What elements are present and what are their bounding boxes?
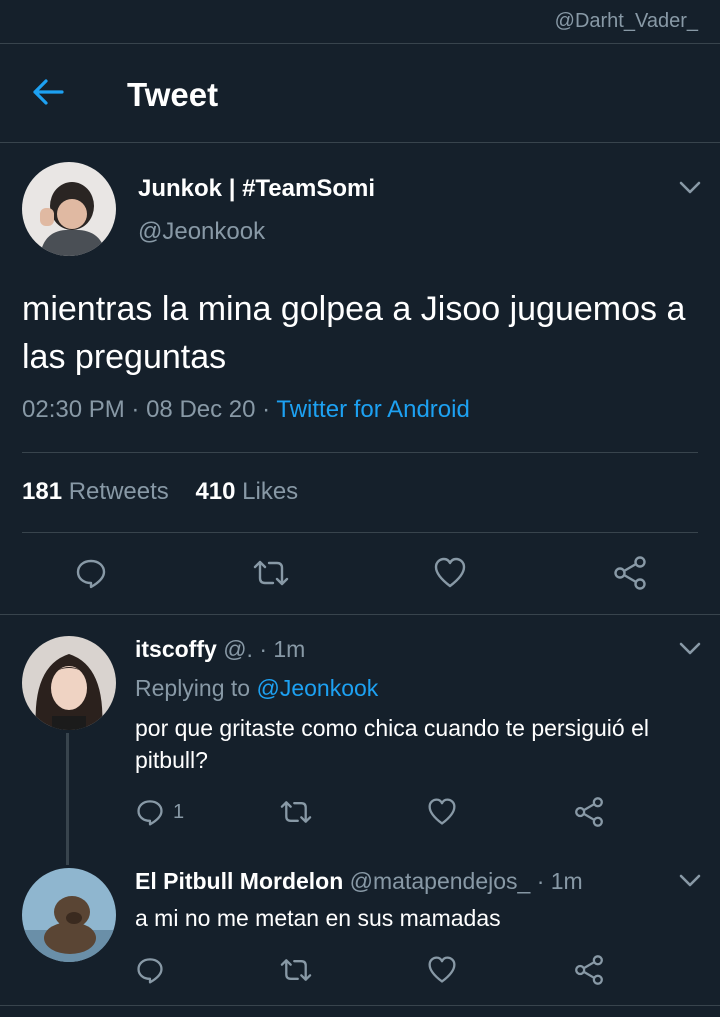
retweet-icon	[280, 959, 312, 981]
tweet-date: 08 Dec 20	[146, 396, 256, 423]
reply-author-handle[interactable]: @.	[223, 636, 253, 662]
retweet-icon	[253, 560, 289, 586]
reply-menu-button[interactable]	[678, 641, 702, 657]
back-arrow-icon	[33, 79, 64, 105]
reply-time: · 1m	[536, 868, 583, 894]
back-button[interactable]	[30, 77, 66, 107]
like-button[interactable]	[427, 797, 457, 827]
share-button[interactable]	[612, 556, 648, 590]
tweet-menu-button[interactable]	[678, 180, 702, 196]
reply-icon	[76, 559, 106, 589]
like-button[interactable]	[433, 556, 467, 590]
reply-author-handle[interactable]: @matapendejos_	[350, 868, 531, 894]
share-button[interactable]	[573, 955, 605, 985]
retweets-label: Retweets	[68, 478, 169, 505]
divider	[22, 452, 698, 453]
reply-header: El Pitbull Mordelon @matapendejos_ · 1m	[135, 868, 583, 895]
reply-text: a mi no me metan en sus mamadas	[135, 905, 501, 931]
retweet-button[interactable]	[278, 797, 314, 827]
reply-icon	[137, 958, 163, 984]
retweets-count: 181	[22, 478, 63, 505]
like-icon	[434, 557, 466, 588]
likes-count: 410	[195, 478, 236, 505]
tweet-meta: 02:30 PM · 08 Dec 20 · Twitter for Andro…	[22, 396, 470, 424]
likes-stat[interactable]: 410 Likes	[195, 478, 298, 505]
reply-icon	[137, 800, 163, 826]
retweet-button[interactable]	[278, 955, 314, 985]
avatar[interactable]	[22, 636, 116, 730]
divider	[0, 1005, 720, 1006]
reply-time: · 1m	[259, 636, 306, 662]
tweet-time: 02:30 PM	[22, 396, 125, 423]
tweet-stats: 181 Retweets 410 Likes	[22, 478, 298, 506]
tweet-source-link[interactable]: Twitter for Android	[276, 396, 469, 423]
like-button[interactable]	[427, 955, 457, 985]
reply-count: 1	[173, 800, 185, 823]
reply-button[interactable]: 1	[135, 797, 184, 827]
thread-line	[66, 733, 69, 865]
page-title: Tweet	[127, 76, 219, 113]
replying-to-label: Replying to	[135, 675, 251, 701]
like-icon	[428, 798, 456, 825]
avatar[interactable]	[22, 868, 116, 962]
reply-author-name[interactable]: El Pitbull Mordelon	[135, 868, 343, 894]
divider	[0, 614, 720, 615]
chevron-down-icon	[679, 874, 701, 887]
share-icon	[614, 556, 646, 590]
retweet-button[interactable]	[251, 556, 291, 590]
chevron-down-icon	[679, 642, 701, 655]
likes-label: Likes	[242, 478, 299, 505]
watermark: @Darht_Vader_	[554, 10, 698, 32]
reply-text: por que gritaste como chica cuando te pe…	[135, 715, 649, 773]
share-button[interactable]	[573, 797, 605, 827]
separator: ·	[131, 396, 140, 423]
reply-header: itscoffy @. · 1m	[135, 636, 305, 663]
reply-button[interactable]	[74, 556, 108, 590]
avatar[interactable]	[22, 162, 116, 256]
like-icon	[428, 956, 456, 983]
divider	[22, 532, 698, 533]
reply-button[interactable]	[135, 955, 165, 985]
share-icon	[575, 797, 603, 827]
reply-menu-button[interactable]	[678, 873, 702, 889]
divider	[0, 142, 720, 143]
share-icon	[575, 955, 603, 985]
chevron-down-icon	[679, 181, 701, 194]
tweet-text: mientras la mina golpea a Jisoo juguemos…	[22, 290, 686, 376]
author-handle[interactable]: @Jeonkook	[138, 218, 265, 246]
separator: ·	[262, 396, 271, 423]
replying-to: Replying to @Jeonkook	[135, 675, 378, 702]
replying-to-link[interactable]: @Jeonkook	[256, 675, 378, 701]
retweets-stat[interactable]: 181 Retweets	[22, 478, 169, 505]
retweet-icon	[280, 801, 312, 823]
reply-author-name[interactable]: itscoffy	[135, 636, 217, 662]
author-name[interactable]: Junkok | #TeamSomi	[138, 175, 375, 203]
header: Tweet	[0, 44, 720, 142]
